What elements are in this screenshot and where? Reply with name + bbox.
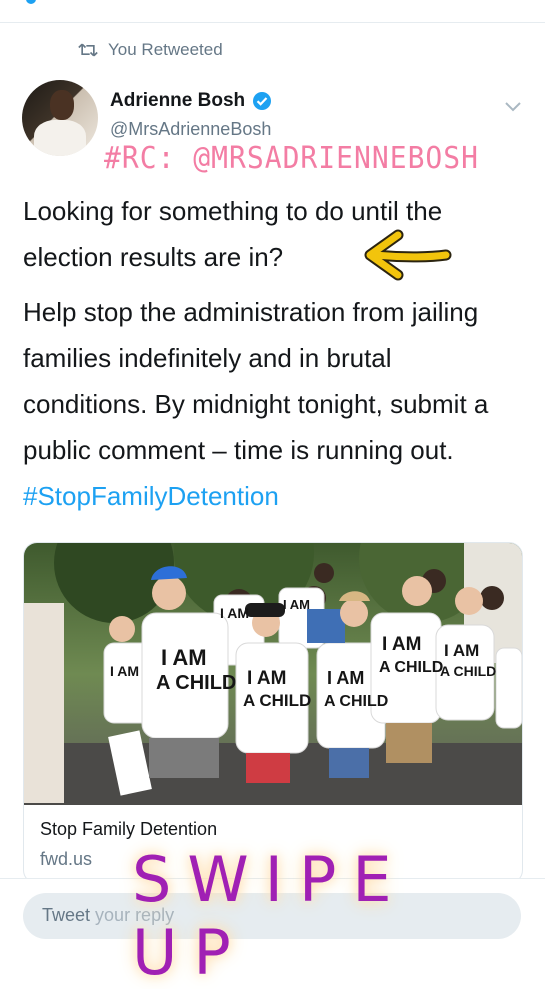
author-handle[interactable]: @MrsAdrienneBosh (110, 119, 271, 140)
link-card[interactable]: I AM A CHILD I AM A CHILD I AM A CHILD I… (23, 542, 523, 884)
card-title[interactable]: Stop Family Detention (40, 819, 217, 840)
svg-text:I AM: I AM (247, 668, 286, 689)
author-name-row[interactable]: Adrienne Bosh (110, 90, 272, 112)
tweet-paragraph-2: Help stop the administration from jailin… (23, 289, 523, 519)
svg-text:I AM: I AM (444, 641, 479, 660)
chevron-down-icon[interactable] (503, 99, 523, 113)
svg-text:A CHILD: A CHILD (156, 672, 236, 694)
blue-dot (26, 0, 36, 4)
top-edge (0, 0, 545, 23)
svg-text:I AM: I AM (110, 663, 139, 679)
svg-text:A CHILD: A CHILD (440, 663, 496, 679)
retweet-context: You Retweeted (78, 40, 223, 60)
retweet-label: You Retweeted (108, 40, 223, 59)
svg-text:I AM: I AM (382, 634, 421, 655)
svg-text:I AM: I AM (161, 645, 207, 670)
verified-icon (253, 92, 272, 110)
swipe-up-overlay: SWIPE UP (132, 843, 408, 989)
card-domain: fwd.us (40, 849, 93, 869)
svg-text:A CHILD: A CHILD (324, 693, 388, 710)
retweet-icon (78, 43, 98, 57)
yellow-arrow-sticker (364, 229, 452, 281)
svg-text:I AM: I AM (220, 605, 249, 621)
tweet-body: Help stop the administration from jailin… (23, 297, 489, 465)
display-name[interactable]: Adrienne Bosh (110, 90, 245, 112)
hashtag-link[interactable]: #StopFamilyDetention (23, 481, 279, 511)
card-photo: I AM A CHILD I AM A CHILD I AM A CHILD I… (24, 543, 522, 805)
svg-text:I AM: I AM (283, 597, 310, 612)
reply-label: Tweet (42, 905, 91, 925)
svg-text:I AM: I AM (327, 668, 364, 688)
repost-credit-overlay: #RC: @MRSADRIENNEBOSH (104, 140, 480, 176)
avatar[interactable] (22, 80, 98, 156)
svg-text:A CHILD: A CHILD (243, 691, 311, 710)
svg-text:A CHILD: A CHILD (379, 659, 443, 676)
